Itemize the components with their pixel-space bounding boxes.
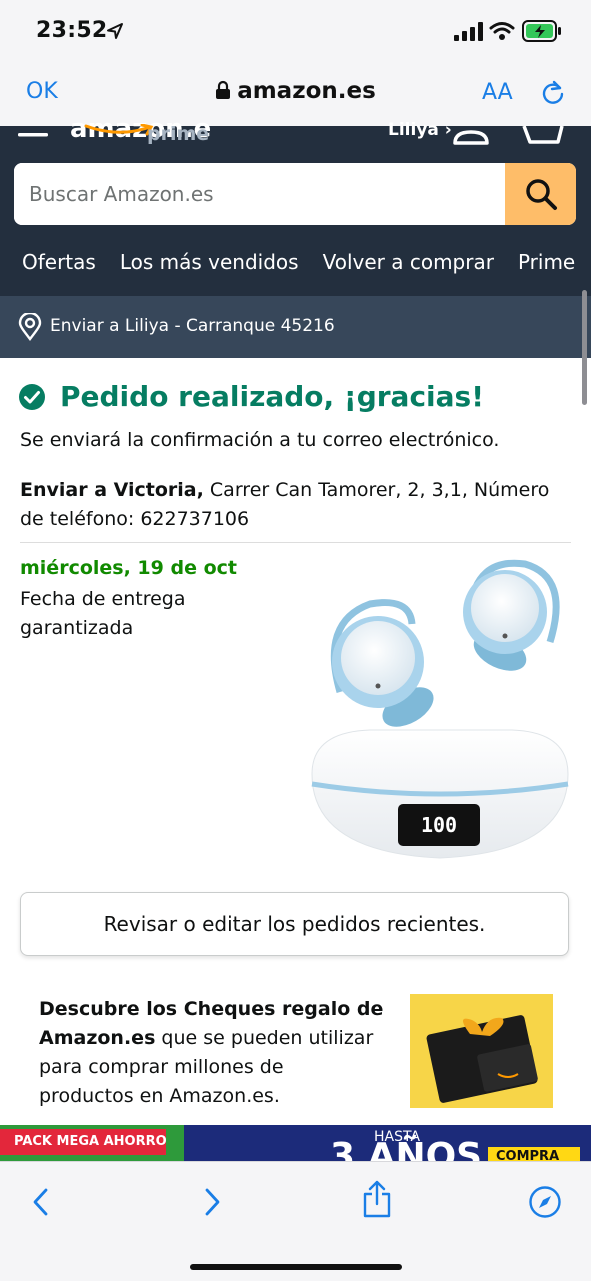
order-title: Pedido realizado, ¡gracias! xyxy=(60,380,484,413)
case-display-text: 100 xyxy=(421,813,457,837)
banner-big-text: 3 AÑOS xyxy=(330,1136,483,1164)
wifi-icon xyxy=(489,22,515,40)
scroll-indicator[interactable] xyxy=(582,290,587,405)
confirmation-text: Se enviará la confirmación a tu correo e… xyxy=(20,429,500,451)
shipping-address: Enviar a Victoria, Carrer Can Tamorer, 2… xyxy=(20,476,575,534)
prime-label: prime xyxy=(147,123,210,145)
gift-card-promo[interactable]: Descubre los Cheques regalo de Amazon.es… xyxy=(39,995,384,1111)
nav-item-mas-vendidos[interactable]: Los más vendidos xyxy=(120,234,299,290)
home-indicator xyxy=(190,1264,402,1270)
amazon-header: amazon.es prime Liliya › Ofertas Los más … xyxy=(0,114,591,358)
banner-green-block: PACK MEGA AHORRO xyxy=(0,1125,184,1163)
clock: 23:52 xyxy=(36,18,108,43)
location-arrow-icon xyxy=(107,23,123,39)
deliver-to-bar[interactable]: Enviar a Liliya - Carranque 45216 xyxy=(0,296,591,358)
nav-item-ofertas[interactable]: Ofertas xyxy=(22,234,96,290)
reload-icon[interactable] xyxy=(540,78,566,106)
divider xyxy=(20,542,571,543)
cart-icon[interactable] xyxy=(522,126,564,148)
promo-banner[interactable]: PACK MEGA AHORRO HASTA 3 AÑOS COMPRA xyxy=(0,1125,591,1163)
lock-icon xyxy=(216,80,231,99)
deliver-to-text: Enviar a Liliya - Carranque 45216 xyxy=(50,316,335,336)
product-image[interactable]: 100 xyxy=(300,552,580,864)
url-text: amazon.es xyxy=(237,78,376,104)
status-bar: 23:52 xyxy=(0,0,591,62)
delivery-date: miércoles, 19 de oct xyxy=(20,557,237,579)
search-icon xyxy=(526,179,557,210)
delivery-label: Fecha de entrega garantizada xyxy=(20,588,186,639)
location-pin-icon xyxy=(18,313,42,341)
nav-strip: Ofertas Los más vendidos Volver a comprar P… xyxy=(0,234,591,296)
share-icon[interactable] xyxy=(362,1180,392,1218)
smile-arrow-icon xyxy=(84,124,154,136)
search-bar xyxy=(14,163,576,225)
text-size-button[interactable]: AA xyxy=(482,80,513,105)
account-label: Liliya › xyxy=(388,120,452,140)
account-link[interactable]: Liliya › xyxy=(388,120,452,144)
amazon-logo[interactable]: amazon.es prime xyxy=(70,114,210,154)
browser-toolbar xyxy=(0,1161,591,1281)
nav-item-volver-comprar[interactable]: Volver a comprar xyxy=(323,234,494,290)
search-button[interactable] xyxy=(505,163,576,225)
search-input[interactable] xyxy=(14,163,504,225)
back-icon[interactable] xyxy=(30,1188,52,1216)
compass-icon[interactable] xyxy=(528,1185,562,1219)
nav-item-prime[interactable]: Prime xyxy=(518,234,575,290)
forward-icon[interactable] xyxy=(201,1188,223,1216)
battery-icon xyxy=(522,20,561,42)
banner-left-label: PACK MEGA AHORRO xyxy=(14,1134,167,1149)
signal-icon xyxy=(454,22,483,41)
review-orders-button[interactable]: Revisar o editar los pedidos recientes. xyxy=(20,892,569,956)
user-icon[interactable] xyxy=(452,126,490,146)
ship-to-label: Enviar a Victoria, xyxy=(20,479,204,501)
gift-card-image[interactable] xyxy=(410,994,553,1108)
check-circle-icon xyxy=(19,384,45,410)
menu-icon[interactable] xyxy=(18,126,50,140)
